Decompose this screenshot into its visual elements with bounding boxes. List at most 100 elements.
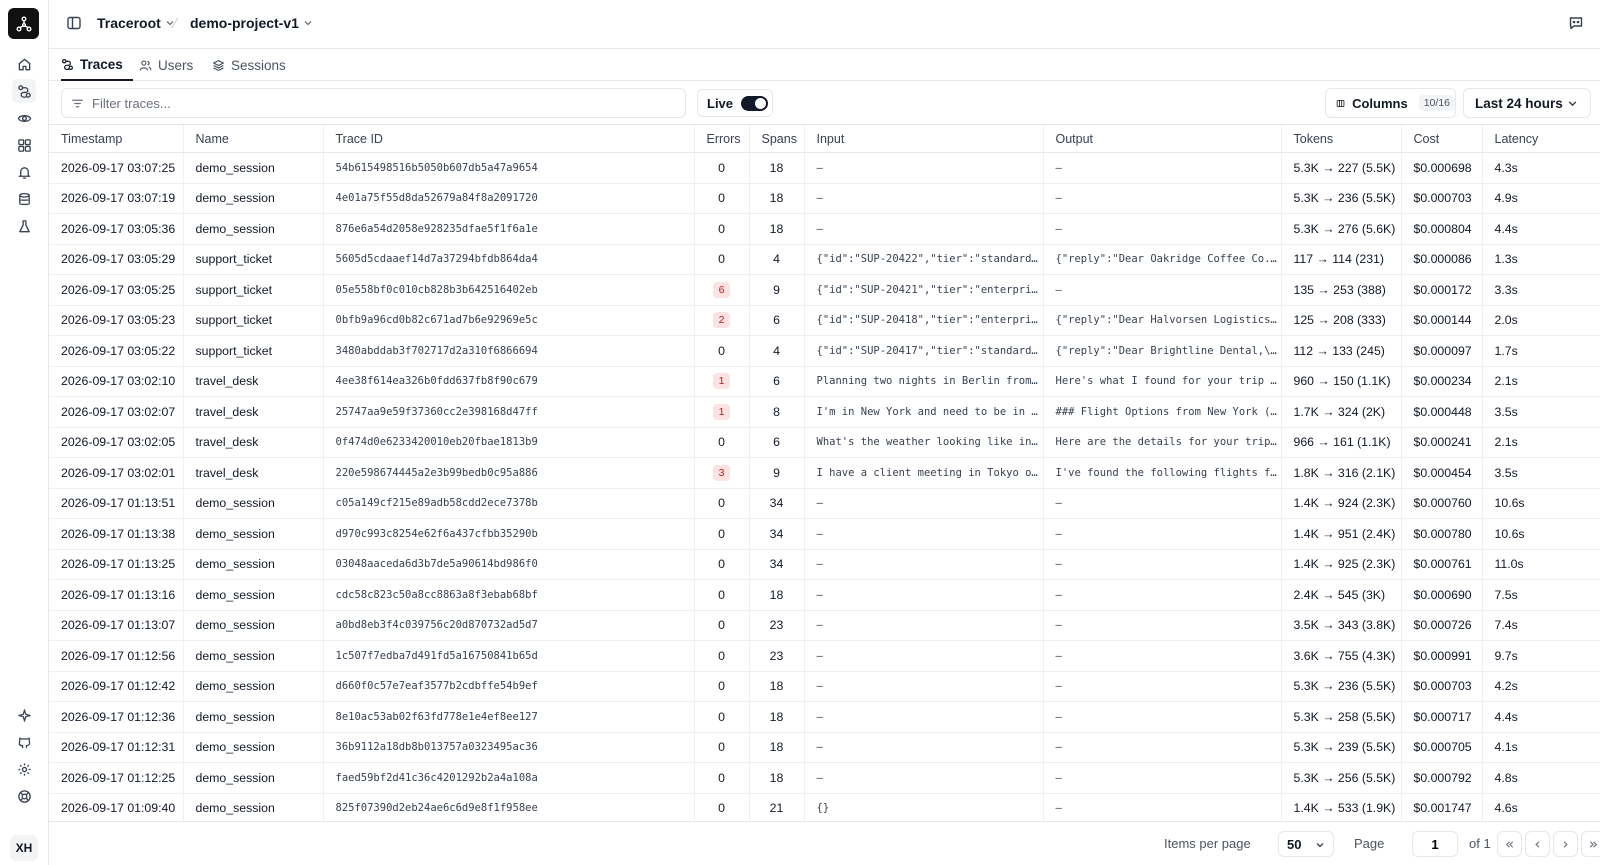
assistant-bot-icon[interactable] bbox=[1568, 15, 1586, 33]
cell-errors: 0 bbox=[693, 183, 749, 214]
table-row[interactable]: 2026-09-17 01:12:36 demo_session 8e10ac53a… bbox=[49, 701, 1600, 733]
cell-cost: $0.000703 bbox=[1400, 671, 1482, 702]
column-header-latency[interactable]: Latency bbox=[1481, 124, 1600, 153]
column-header-output[interactable]: Output bbox=[1042, 124, 1281, 153]
next-page-button[interactable] bbox=[1553, 831, 1578, 857]
cell-cost: $0.000234 bbox=[1400, 366, 1482, 397]
user-avatar[interactable]: XH bbox=[10, 835, 38, 861]
cell-latency: 4.6s bbox=[1481, 793, 1600, 821]
table-row[interactable]: 2026-09-17 01:13:25 demo_session 03048aace… bbox=[49, 549, 1600, 580]
cell-output: – bbox=[1042, 274, 1281, 306]
previous-page-button[interactable] bbox=[1525, 831, 1550, 857]
cell-latency: 1.7s bbox=[1481, 335, 1600, 367]
cell-input: I'm in New York and need to be in … bbox=[803, 396, 1043, 428]
items-per-page-select[interactable]: 50 bbox=[1278, 831, 1334, 857]
table-row[interactable]: 2026-09-17 03:07:19 demo_session 4e01a75f5… bbox=[49, 183, 1600, 214]
traces-nav-icon[interactable] bbox=[12, 79, 36, 103]
eye-icon[interactable] bbox=[12, 106, 36, 130]
error-count-badge: 1 bbox=[713, 403, 730, 420]
home-icon[interactable] bbox=[12, 52, 36, 76]
cell-errors: 0 bbox=[693, 701, 749, 733]
table-row[interactable]: 2026-09-17 03:02:01 travel_desk 220e598674… bbox=[49, 457, 1600, 489]
dashboard-icon[interactable] bbox=[12, 133, 36, 157]
cell-errors: 0 bbox=[693, 671, 749, 702]
cell-input: – bbox=[803, 732, 1043, 763]
last-page-button[interactable] bbox=[1581, 831, 1600, 857]
tab-sessions[interactable]: Sessions bbox=[212, 49, 286, 81]
columns-button[interactable]: Columns 10/16 bbox=[1325, 88, 1456, 118]
table-row[interactable]: 2026-09-17 01:13:51 demo_session c05a149cf… bbox=[49, 488, 1600, 519]
github-icon[interactable] bbox=[12, 730, 36, 754]
time-range-select[interactable]: Last 24 hours bbox=[1463, 88, 1591, 118]
bell-icon[interactable] bbox=[12, 160, 36, 184]
live-switch[interactable] bbox=[741, 95, 769, 111]
column-header-timestamp[interactable]: Timestamp bbox=[49, 124, 183, 153]
filter-traces-input[interactable] bbox=[92, 95, 652, 111]
cell-name: demo_session bbox=[182, 701, 323, 733]
cell-input: I have a client meeting in Tokyo o… bbox=[803, 457, 1043, 489]
table-row[interactable]: 2026-09-17 01:12:42 demo_session d660f0c57… bbox=[49, 671, 1600, 702]
tab-traces[interactable]: Traces bbox=[61, 49, 133, 81]
database-icon[interactable] bbox=[12, 187, 36, 211]
table-row[interactable]: 2026-09-17 03:07:25 demo_session 54b615498… bbox=[49, 152, 1600, 184]
column-header-tokens[interactable]: Tokens bbox=[1280, 124, 1401, 153]
gear-icon[interactable] bbox=[12, 757, 36, 781]
column-header-cost[interactable]: Cost bbox=[1400, 124, 1482, 153]
cell-output: – bbox=[1042, 793, 1281, 821]
table-row[interactable]: 2026-09-17 01:09:40 demo_session 825f07390… bbox=[49, 793, 1600, 821]
cell-cost: $0.000705 bbox=[1400, 732, 1482, 763]
cell-input: – bbox=[803, 701, 1043, 733]
table-row[interactable]: 2026-09-17 03:05:25 support_ticket 05e558b… bbox=[49, 274, 1600, 306]
table-row[interactable]: 2026-09-17 01:12:56 demo_session 1c507f7ed… bbox=[49, 640, 1600, 672]
cell-tokens: 1.4K → 951 (2.4K) bbox=[1280, 518, 1401, 550]
cell-timestamp: 2026-09-17 03:07:25 bbox=[49, 152, 183, 184]
column-header-trace-id[interactable]: Trace ID bbox=[322, 124, 694, 153]
flask-icon[interactable] bbox=[12, 214, 36, 238]
cell-name: demo_session bbox=[182, 488, 323, 519]
tab-users[interactable]: Users bbox=[139, 49, 193, 81]
cell-tokens: 135 → 253 (388) bbox=[1280, 274, 1401, 306]
chevron-left-icon bbox=[1535, 840, 1540, 848]
table-row[interactable]: 2026-09-17 01:13:07 demo_session a0bd8eb3f… bbox=[49, 610, 1600, 641]
cell-spans: 18 bbox=[748, 671, 804, 702]
table-row[interactable]: 2026-09-17 03:05:22 support_ticket 3480abd… bbox=[49, 335, 1600, 367]
first-page-button[interactable] bbox=[1497, 831, 1522, 857]
table-row[interactable]: 2026-09-17 01:13:16 demo_session cdc58c823… bbox=[49, 579, 1600, 611]
cell-timestamp: 2026-09-17 03:02:10 bbox=[49, 366, 183, 397]
cell-tokens: 966 → 161 (1.1K) bbox=[1280, 427, 1401, 458]
column-header-input[interactable]: Input bbox=[803, 124, 1043, 153]
project-switcher[interactable]: demo-project-v1 bbox=[190, 15, 313, 31]
column-header-errors[interactable]: Errors bbox=[693, 124, 749, 153]
traces-table-container[interactable]: Timestamp Name Trace ID Errors Spans Inp… bbox=[49, 124, 1600, 821]
cell-spans: 23 bbox=[748, 640, 804, 672]
table-row[interactable]: 2026-09-17 01:12:25 demo_session faed59bf2… bbox=[49, 762, 1600, 794]
cell-input: – bbox=[803, 488, 1043, 519]
cell-trace-id: d660f0c57e7eaf3577b2cdbffe54b9ef bbox=[322, 671, 694, 702]
table-row[interactable]: 2026-09-17 01:13:38 demo_session d970c993c… bbox=[49, 518, 1600, 550]
cell-name: demo_session bbox=[182, 640, 323, 672]
cell-cost: $0.000172 bbox=[1400, 274, 1482, 306]
column-header-name[interactable]: Name bbox=[182, 124, 323, 153]
live-toggle[interactable]: Live bbox=[697, 89, 773, 117]
column-header-spans[interactable]: Spans bbox=[748, 124, 804, 153]
table-row[interactable]: 2026-09-17 01:12:31 demo_session 36b9112a1… bbox=[49, 732, 1600, 763]
cell-errors: 1 bbox=[693, 396, 749, 428]
help-lifebuoy-icon[interactable] bbox=[12, 784, 36, 808]
table-row[interactable]: 2026-09-17 03:02:05 travel_desk 0f474d0e62… bbox=[49, 427, 1600, 458]
page-number-input[interactable] bbox=[1412, 831, 1458, 857]
sidebar-toggle-icon[interactable] bbox=[66, 15, 84, 33]
cell-latency: 2.1s bbox=[1481, 427, 1600, 458]
cell-tokens: 960 → 150 (1.1K) bbox=[1280, 366, 1401, 397]
table-row[interactable]: 2026-09-17 03:05:36 demo_session 876e6a54d… bbox=[49, 213, 1600, 245]
table-row[interactable]: 2026-09-17 03:05:23 support_ticket 0bfb9a9… bbox=[49, 305, 1600, 336]
table-row[interactable]: 2026-09-17 03:02:10 travel_desk 4ee38f614e… bbox=[49, 366, 1600, 397]
cell-name: demo_session bbox=[182, 793, 323, 821]
org-switcher[interactable]: Traceroot bbox=[97, 15, 175, 31]
cell-latency: 3.5s bbox=[1481, 457, 1600, 489]
app-logo[interactable] bbox=[8, 8, 39, 39]
cell-trace-id: 1c507f7edba7d491fd5a16750841b65d bbox=[322, 640, 694, 672]
cell-output: – bbox=[1042, 640, 1281, 672]
sparkle-icon[interactable] bbox=[12, 703, 36, 727]
table-row[interactable]: 2026-09-17 03:02:07 travel_desk 25747aa9e5… bbox=[49, 396, 1600, 428]
table-row[interactable]: 2026-09-17 03:05:29 support_ticket 5605d5c… bbox=[49, 244, 1600, 275]
